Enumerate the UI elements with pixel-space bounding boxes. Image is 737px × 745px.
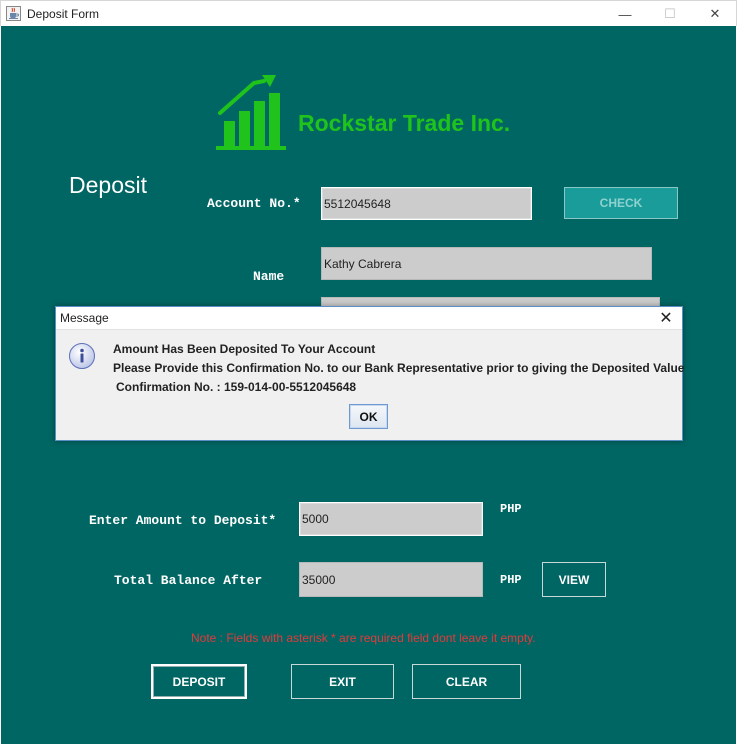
balance-after-field: 35000 [299,562,483,597]
balance-after-label: Total Balance After [114,573,263,588]
dialog-close-button[interactable]: ✕ [654,308,678,328]
growth-chart-icon [214,73,292,151]
info-icon [68,342,96,370]
dialog-message-line2: Please Provide this Confirmation No. to … [113,361,685,375]
close-window-button[interactable]: ✕ [692,1,737,27]
view-button[interactable]: VIEW [542,562,606,597]
dialog-titlebar: Message ✕ [56,307,682,330]
account-number-label: Account No.* [207,196,301,211]
page-title: Deposit [69,172,147,198]
balance-currency-label: PHP [500,573,522,587]
maximize-button[interactable]: ☐ [647,1,693,27]
minimize-button[interactable]: — [602,1,648,27]
dialog-title: Message [60,311,109,325]
deposit-amount-label: Enter Amount to Deposit* [89,513,277,528]
name-field: Kathy Cabrera [321,247,652,280]
company-name: Rockstar Trade Inc. [298,110,511,136]
java-cup-icon [6,6,21,21]
name-label: Name [253,269,285,284]
window-title: Deposit Form [27,7,100,21]
message-dialog: Message ✕ Amount Has Been Deposited To Y… [55,306,685,441]
deposit-currency-label: PHP [500,502,522,516]
window-titlebar: Deposit Form — ☐ ✕ [0,0,737,26]
required-fields-note: Note : Fields with asterisk * are requir… [191,631,536,645]
clear-button[interactable]: CLEAR [412,664,521,699]
deposit-amount-input[interactable]: 5000 [299,502,483,536]
ok-button[interactable]: OK [349,404,388,429]
account-number-input[interactable]: 5512045648 [321,187,532,220]
dialog-message-line1: Amount Has Been Deposited To Your Accoun… [113,342,376,356]
deposit-button[interactable]: DEPOSIT [151,664,247,699]
check-button[interactable]: CHECK [564,187,678,219]
exit-button[interactable]: EXIT [291,664,394,699]
dialog-confirmation-number: Confirmation No. : 159-014-00-5512045648 [116,380,357,394]
